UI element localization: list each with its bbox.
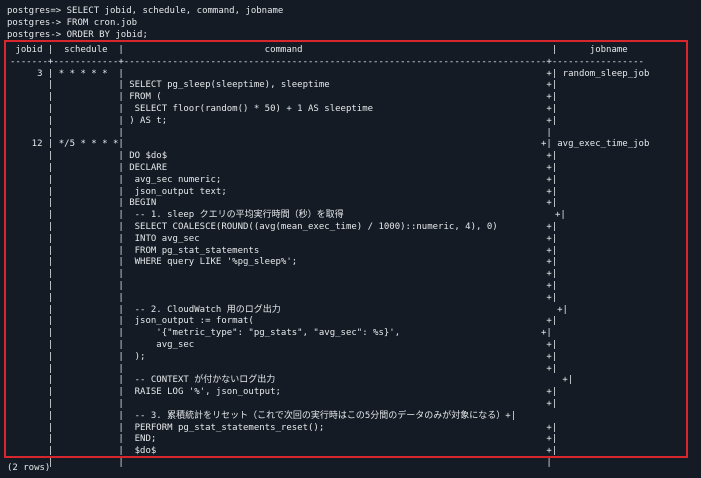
result-line: | | $do$ +| <box>10 446 558 457</box>
result-line: 3 | * * * * * | +| random_sleep_job <box>10 68 650 79</box>
result-line: | | SELECT COALESCE(ROUND((avg(mean_exec… <box>10 222 558 232</box>
result-line: | | DECLARE +| <box>10 163 558 173</box>
result-line: | | | <box>10 458 552 468</box>
result-line: | | avg_sec numeric; +| <box>10 174 558 185</box>
result-line: | | json_output text; +| <box>10 186 558 197</box>
result-line: | | +| <box>10 292 558 303</box>
result-line: | | RAISE LOG '%', json_output; +| <box>10 387 558 398</box>
result-line: | | avg_sec +| <box>10 340 558 350</box>
result-line: | | -- CONTEXT が付かないログ出力 +| <box>10 375 574 386</box>
result-line: | | +| <box>10 399 558 409</box>
result-line: | | -- 1. sleep クエリの平均実行時間（秒）を取得 +| <box>10 210 566 221</box>
prompt-line-select: postgres=> SELECT jobid, schedule, comma… <box>7 6 284 16</box>
result-line: -------+------------+-------------------… <box>10 56 644 67</box>
result-line: 12 | */5 * * * *| +| avg_exec_time_job <box>10 139 650 150</box>
result-line: | | '{"metric_type": "pg_stats", "avg_se… <box>10 328 552 339</box>
result-line: | | SELECT floor(random() * 50) + 1 AS s… <box>10 104 558 114</box>
result-line: | | json_output := format( +| <box>10 316 558 327</box>
terminal-window[interactable]: postgres=> SELECT jobid, schedule, comma… <box>0 0 701 478</box>
result-line: | | ) AS t; +| <box>10 115 558 126</box>
result-line: jobid | schedule | command | jobname <box>10 45 628 55</box>
result-line: | | END; +| <box>10 434 558 445</box>
result-line: | | FROM pg_stat_statements +| <box>10 245 558 256</box>
result-line: | | | <box>10 127 552 138</box>
result-line: | | FROM ( +| <box>10 92 558 103</box>
query-result-highlight: jobid | schedule | command | jobname ----… <box>4 40 688 468</box>
prompt-line-from: postgres-> FROM cron.job <box>7 18 138 28</box>
row-count: (2 rows) <box>7 463 51 473</box>
result-line: | | BEGIN +| <box>10 198 558 209</box>
result-line: | | WHERE query LIKE '%pg_sleep%'; +| <box>10 257 558 268</box>
result-line: | | -- 2. CloudWatch 用のログ出力 +| <box>10 304 568 315</box>
result-line: | | +| <box>10 281 558 291</box>
result-line: | | INTO avg_sec +| <box>10 233 558 244</box>
result-line: | | +| <box>10 269 558 280</box>
result-line: | | -- 3. 累積統計をリセット（これで次回の実行時はこの5分間のデータの… <box>10 410 517 421</box>
result-line: | | +| <box>10 363 558 374</box>
result-line: | | ); +| <box>10 351 558 362</box>
result-line: | | PERFORM pg_stat_statements_reset(); … <box>10 422 558 433</box>
result-line: | | SELECT pg_sleep(sleeptime), sleeptim… <box>10 80 558 91</box>
result-line: | | DO $do$ +| <box>10 151 558 162</box>
